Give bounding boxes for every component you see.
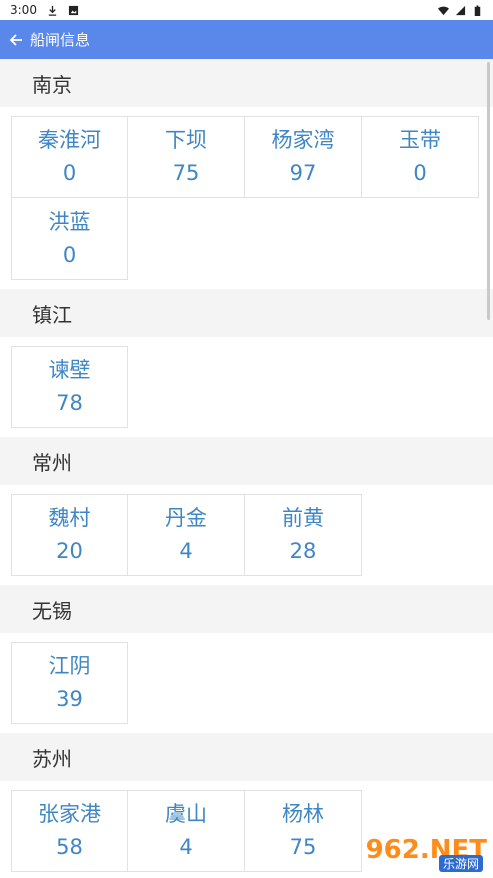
lock-count: 4: [179, 835, 193, 859]
lock-cell[interactable]: 玉带 0: [361, 116, 479, 198]
lock-count: 4: [179, 539, 193, 563]
lock-count: 78: [56, 391, 83, 415]
lock-name: 杨家湾: [271, 128, 335, 152]
lock-count: 0: [413, 161, 427, 185]
lock-cell[interactable]: 下坝 75: [127, 116, 245, 198]
download-icon: [48, 5, 57, 16]
back-button[interactable]: [8, 31, 26, 49]
status-bar: 3:00: [0, 0, 493, 20]
watermark-subtext: 乐游网: [438, 855, 483, 872]
lock-cell[interactable]: 虞山 4: [127, 790, 245, 872]
lock-count: 0: [62, 161, 77, 185]
lock-cell[interactable]: 杨家湾 97: [244, 116, 362, 198]
lock-name: 下坝: [165, 128, 207, 152]
lock-count: 20: [56, 539, 83, 563]
lock-list[interactable]: 南京秦淮河 0 下坝 75 杨家湾 97 玉带 0 洪蓝 0 镇江谏壁 78 常州魏村 20 丹金 4 前黄 28…: [0, 59, 493, 878]
signal-icon: [455, 5, 466, 15]
image-icon: [68, 5, 79, 15]
region-header: 常州: [0, 437, 493, 485]
lock-name: 谏壁: [48, 358, 91, 382]
region-header: 镇江: [0, 289, 493, 337]
lock-name: 洪蓝: [48, 209, 91, 234]
region-header: 苏州: [0, 733, 493, 781]
region-header: 无锡: [0, 585, 493, 633]
lock-count: 0: [62, 242, 77, 267]
page-title: 船闸信息: [30, 31, 91, 49]
lock-grid: 魏村 20 丹金 4 前黄 28: [0, 485, 493, 585]
lock-count: 97: [289, 161, 317, 185]
lock-grid: 江阴 39: [0, 633, 493, 733]
lock-name: 魏村: [48, 506, 91, 530]
lock-cell[interactable]: 秦淮河 0: [11, 116, 128, 198]
lock-cell[interactable]: 前黄 28: [244, 494, 362, 576]
lock-name: 前黄: [282, 506, 324, 530]
lock-grid: 谏壁 78: [0, 337, 493, 437]
lock-cell[interactable]: 魏村 20: [11, 494, 128, 576]
lock-cell[interactable]: 丹金 4: [127, 494, 245, 576]
lock-cell[interactable]: 洪蓝 0: [11, 197, 128, 280]
region-header: 南京: [0, 59, 493, 107]
battery-icon: [474, 4, 481, 16]
lock-name: 玉带: [399, 128, 441, 152]
lock-cell[interactable]: 杨林 75: [244, 790, 362, 872]
lock-count: 58: [56, 835, 83, 859]
lock-count: 75: [289, 835, 317, 859]
lock-count: 75: [172, 161, 200, 185]
lock-cell[interactable]: 谏壁 78: [11, 346, 128, 428]
lock-cell[interactable]: 江阴 39: [11, 642, 128, 724]
lock-count: 28: [289, 539, 317, 563]
arrow-left-icon: [9, 33, 22, 46]
lock-name: 江阴: [48, 654, 91, 678]
lock-cell[interactable]: 张家港 58: [11, 790, 128, 872]
watermark-logo: 962.NET 乐游网: [355, 826, 487, 874]
lock-count: 39: [56, 687, 83, 711]
lock-grid: 秦淮河 0 下坝 75 杨家湾 97 玉带 0 洪蓝 0: [0, 107, 493, 289]
app-bar: 船闸信息: [0, 20, 493, 59]
scrollbar[interactable]: [487, 62, 490, 320]
wifi-icon: [438, 6, 449, 15]
lock-name: 张家港: [38, 802, 101, 826]
lock-name: 丹金: [165, 506, 207, 530]
lock-name: 秦淮河: [38, 128, 101, 152]
lock-name: 杨林: [282, 802, 324, 826]
lock-name: 虞山: [165, 802, 207, 826]
status-time: 3:00: [10, 3, 37, 17]
